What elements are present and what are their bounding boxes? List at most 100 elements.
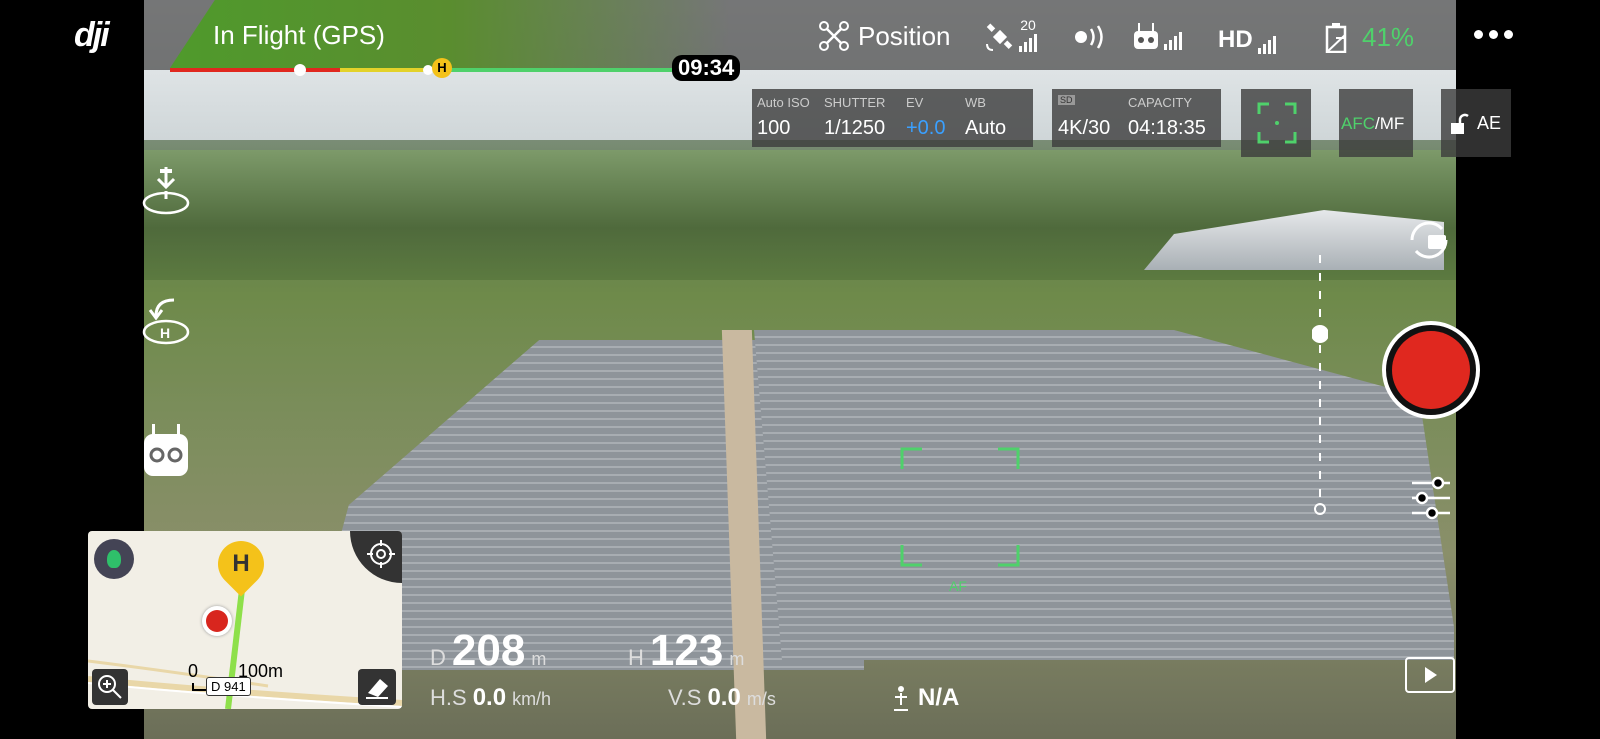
video-link-signal[interactable]: HD	[1218, 26, 1276, 54]
telemetry-horizontal-speed: H.S 0.0 km/h	[430, 684, 551, 712]
controller-icon	[144, 424, 188, 476]
map-clear-path-button[interactable]	[358, 669, 396, 705]
vision-sensor-icon	[1075, 25, 1103, 49]
position-mode[interactable]: Position	[818, 20, 951, 52]
ev-label: EV	[906, 95, 924, 110]
storage-panel[interactable]: SD CAPACITY 4K/30 04:18:35	[1052, 89, 1221, 147]
battery-status[interactable]: 41%	[1324, 22, 1414, 53]
unlock-icon	[1451, 113, 1469, 134]
map-home-pin: H	[208, 531, 274, 597]
feed-solar-field-right	[754, 330, 1454, 660]
telemetry-distance: D 208 m	[430, 626, 546, 676]
rc-signal[interactable]	[1133, 22, 1182, 50]
battery-threshold-marker	[294, 64, 306, 76]
map-aircraft-position	[202, 606, 232, 636]
hs-label: H.S	[430, 685, 467, 710]
shutter-label: SHUTTER	[824, 95, 886, 110]
home-point-bar-marker: H	[432, 58, 452, 78]
vs-unit: m/s	[746, 689, 776, 709]
height-value: 123	[649, 626, 724, 675]
afc-mf-toggle[interactable]: AFC/MF	[1339, 89, 1413, 157]
telemetry-height: H 123 m	[628, 626, 744, 676]
sd-card-icon: SD	[1058, 95, 1075, 105]
auto-land-button[interactable]	[140, 165, 192, 217]
focus-target-frame[interactable]	[900, 447, 1020, 567]
more-menu-button[interactable]	[1474, 30, 1513, 39]
mf-label: MF	[1379, 114, 1405, 133]
wb-label: WB	[965, 95, 986, 110]
shutter-value: 1/1250	[824, 117, 886, 139]
iso-value: 100	[757, 117, 791, 139]
camera-exposure-panel[interactable]: Auto ISO 100 SHUTTER 1/1250 EV +0.0 WB A…	[752, 89, 1033, 147]
dot-icon	[1474, 30, 1483, 39]
position-mode-label: Position	[858, 20, 951, 51]
video-link-label: HD	[1218, 26, 1253, 53]
ae-lock-button[interactable]: AE	[1441, 89, 1511, 157]
zoom-in-icon	[98, 675, 122, 699]
return-to-home-button[interactable]: H	[140, 296, 192, 348]
capacity-value: 04:18:35	[1128, 117, 1206, 139]
vs-label: V.S	[668, 685, 702, 710]
telemetry-vertical-speed: V.S 0.0 m/s	[668, 684, 776, 712]
capacity-label: CAPACITY	[1128, 95, 1193, 110]
map-recording-dot	[206, 610, 228, 632]
hs-value: 0.0	[472, 684, 507, 711]
height-label: H	[628, 645, 644, 670]
eraser-icon	[366, 679, 388, 699]
video-signal-bars	[1257, 34, 1276, 54]
battery-percent: 41%	[1362, 22, 1415, 52]
gps-signal-bars	[1019, 32, 1037, 52]
ae-label: AE	[1477, 113, 1502, 133]
drone-icon	[819, 21, 849, 51]
gps-satellite-count: 20	[1020, 17, 1036, 33]
resolution-value: 4K/30	[1058, 117, 1111, 139]
crosshair-icon	[367, 540, 395, 568]
distance-value: 208	[451, 626, 526, 675]
remote-controller-icon	[1134, 23, 1158, 49]
gimbal-slider[interactable]	[1311, 245, 1329, 515]
play-icon	[1425, 667, 1437, 683]
vps-value: N/A	[918, 684, 960, 711]
map-home-label: H	[232, 550, 250, 577]
camera-settings-button[interactable]	[1408, 475, 1454, 521]
hs-unit: km/h	[512, 689, 552, 709]
sliders-icon	[1412, 476, 1450, 520]
flight-status-text[interactable]: In Flight (GPS)	[213, 20, 385, 51]
distance-unit: m	[531, 649, 547, 669]
compass-icon[interactable]	[94, 539, 134, 579]
dji-logo[interactable]: dji	[74, 16, 110, 55]
camera-switch-icon	[1410, 221, 1448, 259]
map-zoom-button[interactable]	[92, 669, 128, 705]
playback-button[interactable]	[1405, 657, 1455, 693]
af-label: AF	[949, 578, 967, 594]
afc-label: AFC	[1341, 114, 1375, 133]
map-distance-tag: D 941	[206, 677, 251, 696]
rc-signal-bars	[1164, 30, 1182, 50]
vps-icon	[894, 686, 908, 711]
return-home-icon: H	[142, 298, 190, 345]
satellite-icon	[986, 23, 1013, 51]
vs-value: 0.0	[707, 684, 741, 711]
record-button[interactable]	[1382, 321, 1480, 419]
battery-icon	[1325, 22, 1347, 53]
dot-icon	[1489, 30, 1498, 39]
focus-mode-button[interactable]	[1241, 89, 1311, 157]
home-marker-label: H	[437, 60, 447, 75]
height-unit: m	[729, 649, 745, 669]
ev-value: +0.0	[906, 117, 946, 139]
iso-label: Auto ISO	[757, 95, 810, 110]
map-scale-zero: 0	[188, 661, 199, 681]
distance-label: D	[430, 645, 446, 670]
aircraft-heading-icon	[107, 550, 121, 568]
telemetry-vps: N/A	[890, 684, 959, 712]
remote-controller-button[interactable]	[142, 422, 190, 480]
svg-text:H: H	[160, 325, 170, 341]
photo-video-switch[interactable]	[1404, 215, 1454, 265]
focus-frame-overlay	[900, 447, 1020, 567]
vision-sensing-status[interactable]	[1073, 24, 1109, 55]
landing-icon	[142, 167, 190, 215]
gps-status[interactable]: 20	[985, 18, 1037, 52]
mini-map[interactable]: H 0 100m D 941	[88, 531, 402, 709]
focus-frame-icon	[1257, 102, 1297, 144]
dot-icon	[1504, 30, 1513, 39]
